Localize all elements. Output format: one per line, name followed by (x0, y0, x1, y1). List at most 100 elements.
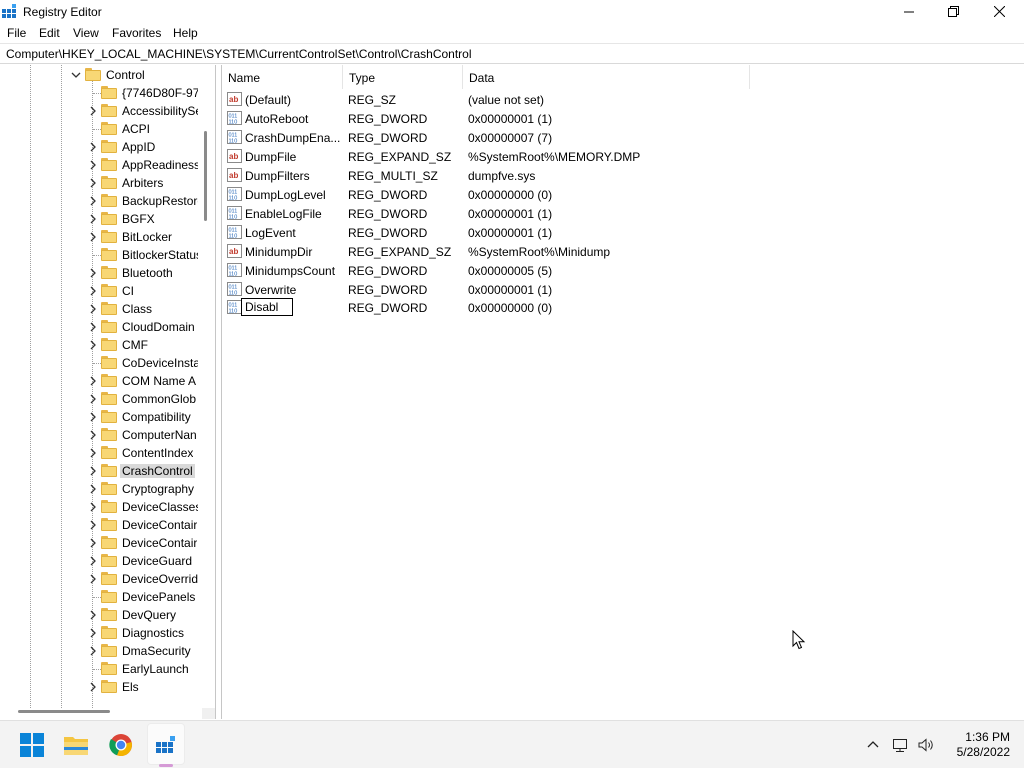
column-header-name[interactable]: Name (222, 65, 343, 89)
address-path[interactable]: Computer\HKEY_LOCAL_MACHINE\SYSTEM\Curre… (6, 47, 472, 61)
tree-item[interactable]: BackupRestore (0, 192, 200, 210)
tree-item[interactable]: DeviceGuard (0, 552, 200, 570)
tree-item[interactable]: BitlockerStatus (0, 246, 200, 264)
chevron-right-icon[interactable] (88, 682, 98, 692)
chevron-right-icon[interactable] (88, 142, 98, 152)
chevron-right-icon[interactable] (88, 286, 98, 296)
tree-item[interactable]: BitLocker (0, 228, 200, 246)
chevron-right-icon[interactable] (88, 214, 98, 224)
chevron-right-icon[interactable] (88, 628, 98, 638)
rename-value-input[interactable] (241, 298, 293, 316)
scrollbar-thumb[interactable] (18, 710, 110, 713)
chevron-right-icon[interactable] (88, 412, 98, 422)
tree-item[interactable]: DevQuery (0, 606, 200, 624)
menu-file[interactable]: File (7, 26, 26, 40)
value-row[interactable]: ab DumpFile REG_EXPAND_SZ %SystemRoot%\MEMO… (222, 147, 1022, 166)
minimize-button[interactable] (886, 0, 932, 23)
chevron-right-icon[interactable] (88, 304, 98, 314)
tree-item[interactable]: CI (0, 282, 200, 300)
column-header-data[interactable]: Data (463, 65, 750, 89)
tree-item[interactable]: CMF (0, 336, 200, 354)
tree-item[interactable]: CrashControl (0, 462, 200, 480)
tree-item[interactable]: DeviceOverrid (0, 570, 200, 588)
tree-item[interactable]: CoDeviceInsta (0, 354, 200, 372)
tree-item[interactable]: Bluetooth (0, 264, 200, 282)
value-row[interactable]: 011 110 CrashDumpEna... REG_DWORD 0x00000007… (222, 128, 1022, 147)
tree-item[interactable]: ACPI (0, 120, 200, 138)
value-row[interactable]: ab DumpFilters REG_MULTI_SZ dumpfve.sys (222, 166, 1022, 185)
chevron-right-icon[interactable] (88, 646, 98, 656)
tree-item[interactable]: Els (0, 678, 200, 696)
chevron-right-icon[interactable] (88, 466, 98, 476)
menu-view[interactable]: View (73, 26, 99, 40)
maximize-button[interactable] (930, 0, 976, 23)
tree-item[interactable]: Cryptography (0, 480, 200, 498)
chevron-right-icon[interactable] (88, 196, 98, 206)
registry-editor-taskbar-button[interactable] (152, 731, 180, 759)
chevron-right-icon[interactable] (88, 538, 98, 548)
chevron-right-icon[interactable] (88, 268, 98, 278)
tree-item[interactable]: Diagnostics (0, 624, 200, 642)
tree-item[interactable]: DeviceClasses (0, 498, 200, 516)
system-clock[interactable]: 1:36 PM 5/28/2022 (946, 730, 1010, 760)
tree-item[interactable]: CloudDomain (0, 318, 200, 336)
chevron-right-icon[interactable] (88, 574, 98, 584)
tree-item[interactable]: Arbiters (0, 174, 200, 192)
chevron-right-icon[interactable] (88, 556, 98, 566)
chevron-right-icon[interactable] (88, 160, 98, 170)
chevron-right-icon[interactable] (88, 430, 98, 440)
value-row[interactable]: 011 110 AutoReboot REG_DWORD 0x00000001 (1) (222, 109, 1022, 128)
address-bar[interactable]: Computer\HKEY_LOCAL_MACHINE\SYSTEM\Curre… (0, 43, 1024, 64)
tree-item[interactable]: CommonGlob (0, 390, 200, 408)
chevron-right-icon[interactable] (88, 106, 98, 116)
tree-item[interactable]: BGFX (0, 210, 200, 228)
chevron-right-icon[interactable] (88, 520, 98, 530)
chrome-button[interactable] (107, 731, 135, 759)
chevron-right-icon[interactable] (88, 322, 98, 332)
chevron-right-icon[interactable] (88, 448, 98, 458)
value-row[interactable]: ab (Default) REG_SZ (value not set) (222, 90, 1022, 109)
value-row[interactable]: ab MinidumpDir REG_EXPAND_SZ %SystemRoot%\M… (222, 242, 1022, 261)
start-button[interactable] (18, 731, 46, 759)
tree-item[interactable]: AppReadiness (0, 156, 200, 174)
value-row[interactable]: 011 110 LogEvent REG_DWORD 0x00000001 (1) (222, 223, 1022, 242)
tree-item[interactable]: AppID (0, 138, 200, 156)
tree-item[interactable]: Class (0, 300, 200, 318)
menu-edit[interactable]: Edit (39, 26, 60, 40)
tree-item-control[interactable]: Control (0, 66, 200, 84)
chevron-right-icon[interactable] (88, 502, 98, 512)
chevron-right-icon[interactable] (88, 610, 98, 620)
chevron-right-icon[interactable] (88, 340, 98, 350)
chevron-up-icon[interactable] (864, 736, 882, 754)
tree-item[interactable]: AccessibilitySe (0, 102, 200, 120)
menu-help[interactable]: Help (173, 26, 198, 40)
tree-horizontal-scrollbar[interactable] (0, 708, 202, 719)
column-header-type[interactable]: Type (343, 65, 463, 89)
tree-vertical-scrollbar[interactable] (201, 65, 215, 708)
network-icon[interactable] (892, 736, 910, 754)
value-list-pane[interactable]: Name Type Data ab (Default) REG_SZ (value n… (221, 65, 1024, 719)
chevron-right-icon[interactable] (88, 232, 98, 242)
tree-item[interactable]: COM Name A (0, 372, 200, 390)
chevron-right-icon[interactable] (88, 394, 98, 404)
file-explorer-button[interactable] (62, 731, 90, 759)
close-button[interactable] (976, 0, 1022, 23)
tree-item[interactable]: DevicePanels (0, 588, 200, 606)
value-row-renaming[interactable]: 011110 REG_DWORD 0x00000000 (0) (222, 298, 1022, 317)
tree-item[interactable]: EarlyLaunch (0, 660, 200, 678)
tree-item[interactable]: ContentIndex (0, 444, 200, 462)
tree-item[interactable]: DeviceContair (0, 516, 200, 534)
menu-favorites[interactable]: Favorites (112, 26, 161, 40)
chevron-down-icon[interactable] (71, 70, 81, 80)
chevron-right-icon[interactable] (88, 376, 98, 386)
tree-item[interactable]: ComputerNan (0, 426, 200, 444)
tree-item[interactable]: DeviceContair (0, 534, 200, 552)
tree-item[interactable]: {7746D80F-97E (0, 84, 200, 102)
volume-icon[interactable] (917, 736, 935, 754)
value-row[interactable]: 011 110 EnableLogFile REG_DWORD 0x00000001 (… (222, 204, 1022, 223)
value-row[interactable]: 011 110 DumpLogLevel REG_DWORD 0x00000000 (0… (222, 185, 1022, 204)
tree-item[interactable]: Compatibility (0, 408, 200, 426)
scrollbar-thumb[interactable] (204, 131, 207, 221)
title-bar[interactable]: Registry Editor (0, 0, 1024, 23)
chevron-right-icon[interactable] (88, 178, 98, 188)
